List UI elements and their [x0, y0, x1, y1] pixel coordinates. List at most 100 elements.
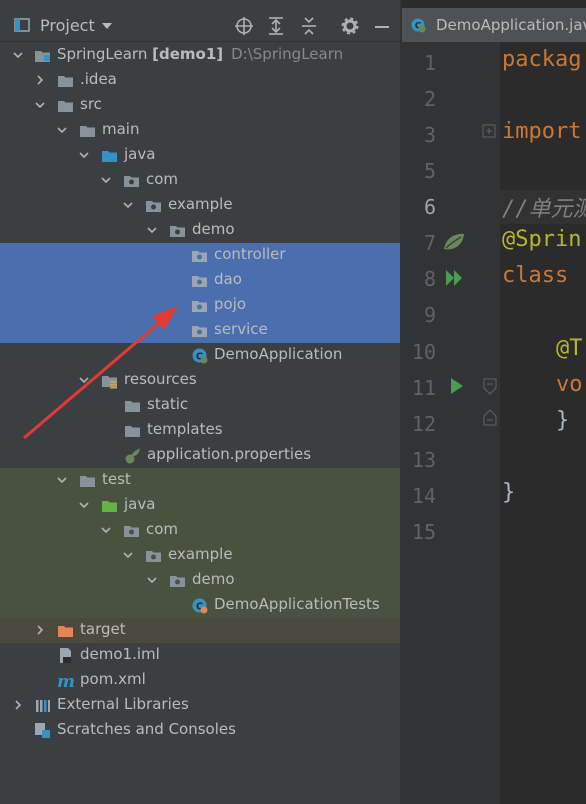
tree-item-idea[interactable]: .idea — [0, 68, 400, 93]
module-file-icon — [60, 648, 71, 663]
tree-item-com[interactable]: com — [0, 168, 400, 193]
tree-item-java-sources[interactable]: java — [0, 143, 400, 168]
tree-item-application-properties[interactable]: application.properties — [0, 443, 400, 468]
line-number: 8 — [423, 267, 436, 291]
editor-tab-label: DemoApplication.java — [436, 16, 586, 34]
tree-item-demoapplication[interactable]: C DemoApplication — [0, 343, 400, 368]
tree-item-label: service — [214, 320, 268, 338]
chevron-down-icon[interactable] — [146, 574, 158, 586]
chevron-down-icon[interactable] — [122, 199, 134, 211]
tree-item-label: DemoApplicationTests — [214, 595, 380, 613]
tree-item-main[interactable]: main — [0, 118, 400, 143]
tree-item-pojo[interactable]: pojo — [0, 293, 400, 318]
package-icon — [124, 526, 139, 537]
maven-icon: m — [57, 672, 74, 689]
collapse-all-icon[interactable] — [299, 16, 319, 36]
tree-item-service[interactable]: service — [0, 318, 400, 343]
tree-item-label: External Libraries — [57, 695, 189, 713]
spring-bean-icon[interactable] — [442, 231, 466, 253]
chevron-right-icon[interactable] — [34, 624, 46, 636]
package-icon — [170, 576, 185, 587]
project-panel-title[interactable]: Project — [40, 16, 95, 35]
line-number: 2 — [423, 87, 436, 111]
fold-collapse-icon[interactable] — [483, 378, 497, 396]
run-all-icon[interactable] — [444, 268, 466, 288]
tree-item-templates[interactable]: templates — [0, 418, 400, 443]
tree-item-label: example — [168, 545, 233, 563]
folder-icon — [80, 476, 95, 487]
tree-item-com-test[interactable]: com — [0, 518, 400, 543]
library-icon — [36, 700, 50, 712]
code-line-1[interactable]: packag — [502, 47, 581, 72]
tree-item-demo-test[interactable]: demo — [0, 568, 400, 593]
chevron-down-icon[interactable] — [102, 23, 112, 29]
package-icon — [146, 551, 161, 562]
chevron-down-icon[interactable] — [78, 149, 90, 161]
tree-item-controller[interactable]: controller — [0, 243, 400, 268]
gear-icon[interactable] — [340, 16, 360, 36]
project-panel-header: Project — [0, 8, 402, 42]
code-line-11[interactable]: vo — [556, 372, 583, 397]
code-editor: C DemoApplication.java 1 2 3 5 6 7 8 9 1… — [402, 0, 586, 804]
tree-item-example[interactable]: example — [0, 193, 400, 218]
chevron-down-icon[interactable] — [78, 499, 90, 511]
code-line-10[interactable]: @T — [556, 336, 583, 361]
package-icon — [170, 226, 185, 237]
line-number: 14 — [411, 484, 436, 508]
fold-expand-icon[interactable] — [482, 124, 496, 138]
code-line-7[interactable]: @Sprin — [502, 227, 581, 252]
chevron-right-icon[interactable] — [12, 699, 24, 711]
tree-item-target[interactable]: target — [0, 618, 400, 643]
chevron-down-icon[interactable] — [122, 549, 134, 561]
folder-icon — [125, 426, 140, 437]
minimize-icon[interactable] — [372, 16, 392, 36]
tree-item-label: java — [124, 145, 156, 163]
package-icon — [192, 276, 207, 287]
tree-item-dao[interactable]: dao — [0, 268, 400, 293]
excluded-folder-icon — [58, 626, 73, 637]
expand-all-icon[interactable] — [266, 16, 286, 36]
spring-class-icon: C — [192, 348, 208, 364]
tree-item-demoapplicationtests[interactable]: C DemoApplicationTests — [0, 593, 400, 618]
tree-item-scratches-and-consoles[interactable]: Scratches and Consoles — [0, 718, 400, 743]
tree-item-label: example — [168, 195, 233, 213]
resources-folder-icon — [102, 376, 117, 389]
tree-item-springlearn[interactable]: SpringLearn [demo1] D:\SpringLearn — [0, 43, 400, 68]
tree-item-java-tests[interactable]: java — [0, 493, 400, 518]
tree-item-label: templates — [147, 420, 223, 438]
fold-end-icon[interactable] — [483, 408, 497, 426]
run-icon[interactable] — [450, 377, 464, 395]
chevron-down-icon[interactable] — [146, 224, 158, 236]
tree-item-label: target — [80, 620, 126, 638]
chevron-down-icon[interactable] — [56, 474, 68, 486]
line-number: 11 — [411, 376, 436, 400]
code-line-14[interactable]: } — [502, 480, 515, 505]
chevron-down-icon[interactable] — [100, 524, 112, 536]
locate-icon[interactable] — [234, 16, 254, 36]
code-line-6[interactable]: //单元测 — [502, 191, 586, 223]
tree-item-label: static — [147, 395, 189, 413]
tree-item-external-libraries[interactable]: External Libraries — [0, 693, 400, 718]
chevron-down-icon[interactable] — [56, 124, 68, 136]
chevron-down-icon[interactable] — [78, 374, 90, 386]
chevron-right-icon[interactable] — [34, 74, 46, 86]
editor-tab-demoapplication[interactable]: C DemoApplication.java — [402, 8, 586, 42]
code-line-12[interactable]: } — [556, 408, 569, 433]
chevron-down-icon[interactable] — [100, 174, 112, 186]
tree-item-resources[interactable]: resources — [0, 368, 400, 393]
folder-icon — [80, 126, 95, 137]
tree-item-test[interactable]: test — [0, 468, 400, 493]
tree-item-demo1-iml[interactable]: demo1.iml — [0, 643, 400, 668]
code-line-8[interactable]: class — [502, 263, 568, 288]
tree-item-example-test[interactable]: example — [0, 543, 400, 568]
line-number: 15 — [411, 520, 436, 544]
code-line-3[interactable]: import — [502, 119, 581, 144]
tree-item-label: java — [124, 495, 156, 513]
tree-item-src[interactable]: src — [0, 93, 400, 118]
tree-item-static[interactable]: static — [0, 393, 400, 418]
tree-item-pom-xml[interactable]: m pom.xml — [0, 668, 400, 693]
tree-item-label: DemoApplication — [214, 345, 343, 363]
chevron-down-icon[interactable] — [12, 49, 24, 61]
chevron-down-icon[interactable] — [34, 99, 46, 111]
tree-item-demo[interactable]: demo — [0, 218, 400, 243]
